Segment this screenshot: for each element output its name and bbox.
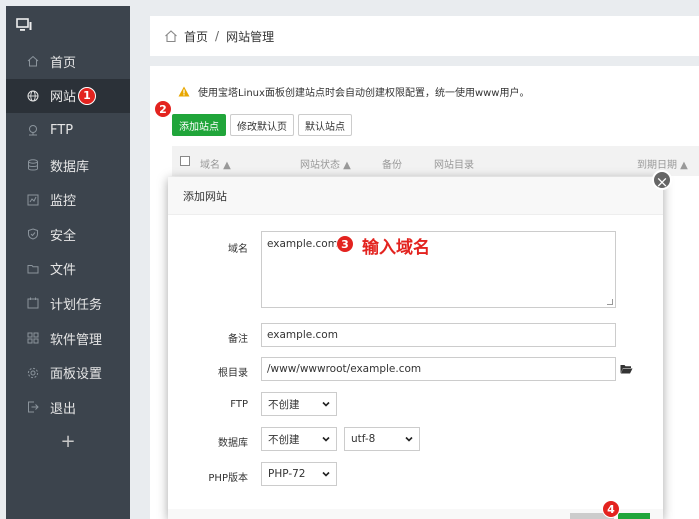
column-domain[interactable]: 域名 ▲ bbox=[200, 156, 231, 171]
annotation-badge-3: 3 bbox=[336, 235, 354, 253]
ftp-label: FTP bbox=[230, 399, 248, 410]
column-directory: 网站目录 bbox=[434, 160, 474, 171]
monitor-icon bbox=[26, 193, 40, 207]
domain-value: example.com bbox=[267, 238, 338, 250]
domain-textarea[interactable]: example.com bbox=[261, 231, 616, 308]
root-dir-input[interactable]: /www/wwwroot/example.com bbox=[261, 357, 616, 381]
ftp-select-value: 不创建 bbox=[268, 398, 300, 411]
default-site-button[interactable]: 默认站点 bbox=[298, 114, 352, 136]
table-header: 域名 ▲ 网站状态 ▲ 备份 网站目录 到期日期 ▲ bbox=[172, 146, 699, 176]
sidebar-item-security[interactable]: 安全 bbox=[6, 217, 130, 252]
sidebar-item-ftp[interactable]: FTP bbox=[6, 113, 130, 148]
monitor-logo-icon bbox=[16, 18, 32, 31]
sidebar: 首页 网站 1 FTP 数据库 监控 安全 文件 计划任务 软件管理 面板设置 … bbox=[6, 6, 130, 519]
sidebar-item-cron[interactable]: 计划任务 bbox=[6, 286, 130, 321]
apps-icon bbox=[26, 331, 40, 345]
annotation-badge-1: 1 bbox=[78, 86, 96, 105]
database-icon bbox=[26, 158, 40, 172]
charset-select-value: utf-8 bbox=[351, 433, 376, 445]
sidebar-item-label: 文件 bbox=[50, 263, 77, 279]
php-version-label: PHP版本 bbox=[208, 473, 248, 484]
ftp-icon bbox=[26, 123, 40, 137]
warning-text: 使用宝塔Linux面板创建站点时会自动创建权限配置，统一使用www用户。 bbox=[198, 88, 530, 99]
warning-icon bbox=[178, 86, 190, 97]
column-expiry[interactable]: 到期日期 ▲ bbox=[637, 156, 688, 171]
breadcrumb: 首页 / 网站管理 bbox=[150, 16, 699, 56]
warning-notice: 使用宝塔Linux面板创建站点时会自动创建权限配置，统一使用www用户。 bbox=[178, 84, 529, 99]
folder-open-icon[interactable] bbox=[620, 364, 633, 374]
globe-icon bbox=[26, 89, 40, 103]
annotation-badge-2: 2 bbox=[154, 100, 172, 118]
annotation-badge-4: 4 bbox=[602, 500, 620, 518]
home-icon bbox=[26, 54, 40, 68]
shield-icon bbox=[26, 227, 40, 241]
sidebar-item-label: 软件管理 bbox=[50, 332, 103, 348]
sidebar-item-settings[interactable]: 面板设置 bbox=[6, 355, 130, 390]
sidebar-item-label: 数据库 bbox=[50, 159, 90, 175]
sidebar-item-label: 计划任务 bbox=[50, 297, 103, 313]
sidebar-item-website[interactable]: 网站 1 bbox=[6, 78, 130, 114]
sidebar-item-files[interactable]: 文件 bbox=[6, 252, 130, 287]
breadcrumb-separator: / bbox=[215, 29, 220, 43]
sidebar-item-label: 网站 bbox=[50, 90, 77, 106]
chevron-down-icon bbox=[322, 436, 330, 442]
annotation-text-enter-domain: 输入域名 bbox=[362, 238, 430, 258]
sidebar-item-label: 安全 bbox=[50, 228, 77, 244]
database-select-value: 不创建 bbox=[268, 433, 300, 446]
php-version-value: PHP-72 bbox=[268, 468, 306, 480]
column-status[interactable]: 网站状态 ▲ bbox=[300, 156, 351, 171]
php-version-select[interactable]: PHP-72 bbox=[261, 462, 337, 486]
calendar-icon bbox=[26, 296, 40, 310]
add-site-button[interactable]: 添加站点 bbox=[172, 114, 226, 136]
ftp-select[interactable]: 不创建 bbox=[261, 392, 337, 416]
close-icon[interactable]: × bbox=[652, 170, 672, 191]
sidebar-item-software[interactable]: 软件管理 bbox=[6, 321, 130, 356]
dialog-title: 添加网站 bbox=[168, 177, 663, 215]
logout-icon bbox=[26, 400, 40, 414]
root-dir-label: 根目录 bbox=[218, 368, 248, 379]
chevron-down-icon bbox=[405, 436, 413, 442]
add-site-dialog: 添加网站 域名 example.com 3 输入域名 备注 example.co… bbox=[168, 177, 663, 519]
domain-label: 域名 bbox=[228, 244, 248, 255]
submit-button[interactable] bbox=[618, 513, 650, 519]
select-all-checkbox[interactable] bbox=[180, 156, 190, 166]
sidebar-item-database[interactable]: 数据库 bbox=[6, 148, 130, 183]
database-label: 数据库 bbox=[218, 438, 248, 449]
modify-default-page-button[interactable]: 修改默认页 bbox=[230, 114, 294, 136]
toolbar: 添加站点 修改默认页 默认站点 bbox=[172, 114, 352, 136]
remark-input[interactable]: example.com bbox=[261, 323, 616, 347]
sidebar-item-label: 监控 bbox=[50, 194, 77, 210]
chevron-down-icon bbox=[322, 401, 330, 407]
sidebar-item-label: FTP bbox=[50, 122, 74, 138]
logo bbox=[6, 6, 130, 44]
sidebar-item-logout[interactable]: 退出 bbox=[6, 390, 130, 425]
sidebar-item-home[interactable]: 首页 bbox=[6, 44, 130, 79]
gear-icon bbox=[26, 366, 40, 380]
resize-handle[interactable] bbox=[607, 299, 613, 305]
sidebar-item-label: 首页 bbox=[50, 55, 77, 71]
column-backup: 备份 bbox=[382, 160, 402, 171]
breadcrumb-current: 网站管理 bbox=[226, 29, 275, 44]
charset-select[interactable]: utf-8 bbox=[344, 427, 420, 451]
sidebar-item-monitor[interactable]: 监控 bbox=[6, 182, 130, 217]
chevron-down-icon bbox=[322, 471, 330, 477]
sidebar-add-button[interactable]: + bbox=[6, 425, 130, 459]
remark-label: 备注 bbox=[228, 334, 248, 345]
folder-icon bbox=[26, 262, 40, 276]
database-select[interactable]: 不创建 bbox=[261, 427, 337, 451]
sidebar-item-label: 面板设置 bbox=[50, 367, 103, 383]
breadcrumb-home[interactable]: 首页 bbox=[184, 28, 208, 45]
home-icon[interactable] bbox=[164, 29, 178, 43]
sidebar-item-label: 退出 bbox=[50, 401, 77, 417]
